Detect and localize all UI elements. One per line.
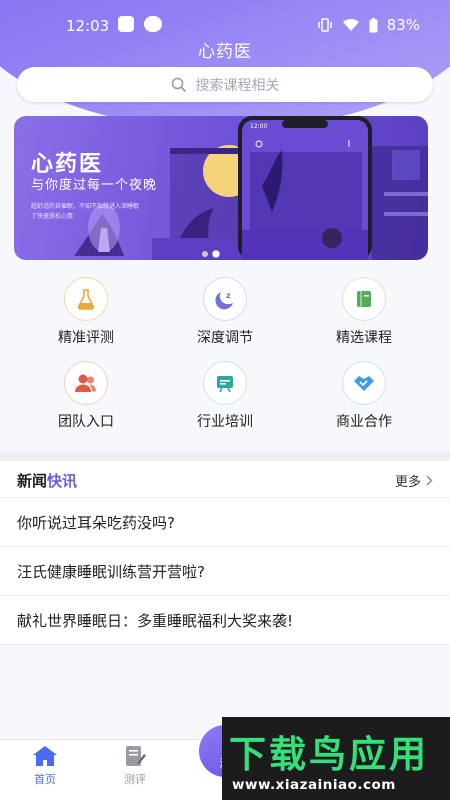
watermark-url: www.xiazainiao.com — [232, 777, 396, 793]
feature-label: 团队入口 — [58, 414, 114, 430]
carousel-indicator — [202, 251, 219, 257]
search-icon — [171, 77, 186, 92]
watermark-brand: 下载鸟应用 — [229, 733, 429, 776]
moon-sleep-icon: z — [203, 277, 247, 321]
handshake-icon — [342, 361, 386, 405]
flask-icon — [64, 277, 108, 321]
carousel-dot-active[interactable] — [213, 251, 219, 257]
news-title-accent: 快讯 — [47, 472, 78, 490]
banner-description: 超舒适的自催眠，不如不加就进入深睡眠了快速放松心情 — [31, 203, 140, 220]
news-more-link[interactable]: 更多 — [395, 471, 433, 490]
status-right-icons: 83% — [317, 16, 420, 34]
news-item[interactable]: 汪氏健康睡眠训练营开营啦? — [0, 547, 450, 596]
battery-icon — [369, 17, 378, 32]
page-title: 心药医 — [198, 42, 252, 62]
chevron-right-icon — [426, 475, 433, 486]
feature-deep-regulation[interactable]: z 深度调节 — [155, 270, 295, 347]
feature-team-entrance[interactable]: 团队入口 — [16, 354, 156, 431]
status-time: 12:03 — [66, 17, 110, 35]
news-section: 新闻快讯 更多 你听说过耳朵吃药没吗? 汪氏健康睡眠训练营开营啦? 献礼世界睡眠… — [0, 461, 450, 645]
news-item[interactable]: 献礼世界睡眠日：多重睡眠福利大奖来袭! — [0, 596, 450, 645]
carousel-dot[interactable] — [202, 251, 208, 257]
section-divider — [0, 451, 450, 461]
nav-assessment[interactable]: 测评 — [110, 745, 160, 787]
search-placeholder: 搜索课程相关 — [195, 77, 280, 94]
feature-label: 商业合作 — [336, 414, 392, 430]
news-item[interactable]: 你听说过耳朵吃药没吗? — [0, 498, 450, 547]
news-title-part: 新闻 — [17, 472, 48, 490]
watermark-overlay: 下载鸟应用 www.xiazainiao.com — [222, 717, 450, 800]
nav-home-label: 首页 — [34, 773, 56, 786]
notification-app-icon — [118, 16, 134, 32]
nav-home[interactable]: 首页 — [20, 745, 70, 787]
feature-label: 行业培训 — [197, 414, 253, 430]
banner-phone-time: 12:00 — [250, 123, 268, 130]
news-section-title: 新闻快讯 — [17, 470, 77, 491]
wifi-icon — [342, 18, 359, 31]
news-header: 新闻快讯 更多 — [0, 461, 450, 498]
nav-assessment-label: 测评 — [124, 773, 146, 786]
feature-label: 精选课程 — [336, 330, 392, 346]
training-board-icon — [203, 361, 247, 405]
battery-percent: 83% — [386, 16, 420, 34]
team-icon — [64, 361, 108, 405]
banner-carousel[interactable]: 心药医 与你度过每一个夜晚 超舒适的自催眠，不如不加就进入深睡眠了快速放松心情 … — [14, 116, 428, 260]
feature-grid: 精准评测 z 深度调节 精选课程 团队入口 行业培训 商业合作 — [16, 270, 434, 440]
feature-label: 精准评测 — [58, 330, 114, 346]
banner-subtitle: 与你度过每一个夜晚 — [31, 178, 158, 193]
vibrate-icon — [317, 18, 332, 32]
more-label: 更多 — [394, 475, 421, 490]
feature-selected-courses[interactable]: 精选课程 — [294, 270, 434, 347]
feature-industry-training[interactable]: 行业培训 — [155, 354, 295, 431]
svg-text:z: z — [226, 291, 231, 300]
status-notification-icons — [118, 16, 162, 32]
feature-precise-assessment[interactable]: 精准评测 — [16, 270, 156, 347]
assessment-icon — [126, 746, 146, 766]
search-input[interactable]: 搜索课程相关 — [17, 67, 433, 102]
feature-business-cooperation[interactable]: 商业合作 — [294, 354, 434, 431]
home-icon — [33, 746, 57, 766]
feature-label: 深度调节 — [197, 330, 253, 346]
notification-bubble-icon — [144, 16, 162, 32]
book-icon — [342, 277, 386, 321]
